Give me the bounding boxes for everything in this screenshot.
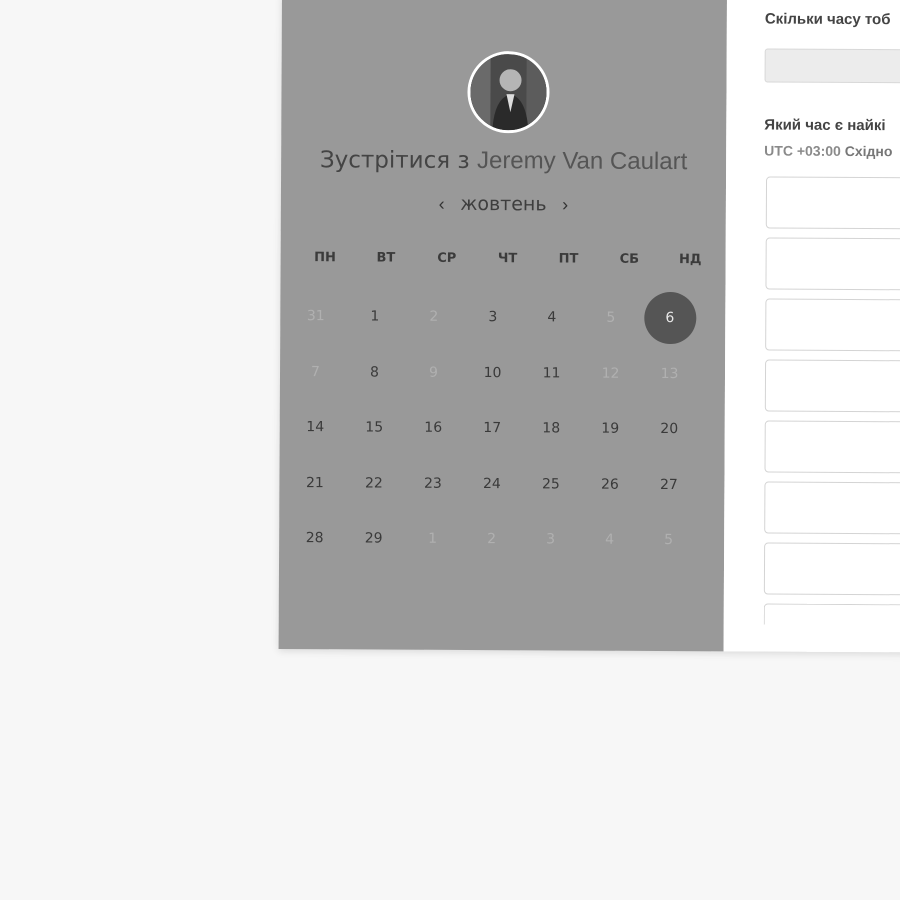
calendar-day[interactable]: 11 [522, 347, 581, 399]
calendar-week: 28 29 1 2 3 4 5 [285, 512, 705, 570]
time-slot[interactable] [763, 542, 900, 597]
time-slot-list [763, 176, 900, 636]
calendar-day[interactable]: 14 [286, 401, 345, 453]
weekday-thu: ЧТ [497, 251, 518, 267]
meeting-title: Зустрітися з Jeremy Van Caulart [281, 146, 726, 176]
calendar-day[interactable]: 17 [463, 402, 522, 454]
weekday-header: ПН ВТ СР ЧТ ПТ СБ НД [295, 250, 721, 267]
weekday-tue: ВТ [376, 250, 396, 266]
time-question: Який час є найкі [764, 116, 886, 135]
prev-month-icon[interactable]: ‹ [429, 194, 455, 215]
calendar-day[interactable]: 19 [581, 403, 640, 455]
calendar-day[interactable]: 26 [580, 458, 639, 510]
calendar-day: 9 [429, 364, 439, 381]
month-navigation: ‹ жовтень › [281, 192, 726, 217]
time-slot[interactable] [763, 603, 900, 627]
calendar-day: 4 [605, 531, 615, 548]
calendar-day[interactable]: 25 [521, 458, 580, 510]
time-slot[interactable] [764, 420, 900, 475]
weekday-fri: ПТ [558, 251, 579, 267]
time-slot[interactable] [764, 359, 900, 414]
calendar-panel: Зустрітися з Jeremy Van Caulart ‹ жовтен… [278, 0, 727, 652]
calendar-day: 13 [660, 365, 679, 382]
calendar-day-selected[interactable]: 6 [643, 291, 696, 345]
calendar-day[interactable]: 22 [344, 457, 403, 509]
weekday-wed: СР [437, 250, 457, 266]
calendar-day: 31 [306, 308, 325, 325]
weekday-sat: СБ [619, 251, 640, 267]
calendar-day[interactable]: 3 [463, 291, 522, 343]
calendar-grid: 31 1 2 3 4 5 6 7 8 9 10 11 12 13 14 15 16 17 18 19 20 21 22 23 2… [285, 290, 706, 570]
calendar-day[interactable]: 20 [640, 403, 699, 455]
calendar-day: 7 [311, 363, 321, 380]
calendar-week: 7 8 9 10 11 12 13 [286, 346, 706, 404]
calendar-day[interactable]: 4 [522, 291, 581, 343]
month-label: жовтень [460, 192, 547, 216]
weekday-sun: НД [678, 252, 702, 268]
calendar-day: 1 [428, 530, 438, 547]
booking-form: Скільки часу тоб Який час є найкі UTC +0… [723, 0, 900, 653]
calendar-day[interactable]: 8 [345, 346, 404, 398]
duration-select[interactable] [764, 48, 900, 85]
weekday-mon: ПН [314, 250, 336, 266]
calendar-day[interactable]: 24 [462, 457, 521, 509]
calendar-day[interactable]: 1 [345, 290, 404, 342]
time-slot[interactable] [764, 481, 900, 536]
calendar-day[interactable]: 15 [345, 401, 404, 453]
time-slot[interactable] [765, 298, 900, 353]
calendar-day: 12 [601, 365, 620, 382]
calendar-day[interactable]: 10 [463, 346, 522, 398]
calendar-day[interactable]: 18 [522, 402, 581, 454]
calendar-day: 5 [664, 532, 674, 549]
duration-question: Скільки часу тоб [764, 10, 891, 29]
calendar-day: 2 [487, 531, 497, 548]
calendar-day[interactable]: 29 [344, 512, 403, 564]
host-name: Jeremy Van Caulart [476, 147, 688, 176]
calendar-day: 3 [546, 531, 556, 548]
calendar-day[interactable]: 27 [639, 458, 698, 510]
host-avatar [467, 50, 550, 134]
calendar-week: 14 15 16 17 18 19 20 [286, 401, 706, 459]
calendar-week: 31 1 2 3 4 5 6 [286, 290, 706, 348]
timezone-label[interactable]: UTC +03:00 Східно [764, 143, 892, 160]
calendar-day: 5 [606, 309, 616, 326]
calendar-week: 21 22 23 24 25 26 27 [285, 457, 705, 515]
time-slot[interactable] [765, 237, 900, 292]
scheduler-card: Зустрітися з Jeremy Van Caulart ‹ жовтен… [278, 0, 900, 653]
timezone-name: Східно [844, 142, 893, 160]
title-prefix: Зустрітися з [319, 147, 470, 174]
calendar-day: 2 [429, 308, 439, 325]
time-slot[interactable] [765, 176, 900, 231]
calendar-day[interactable]: 28 [285, 512, 344, 564]
next-month-icon[interactable]: › [552, 194, 578, 215]
timezone-offset: UTC +03:00 [764, 142, 841, 159]
calendar-day[interactable]: 23 [403, 457, 462, 509]
calendar-day[interactable]: 21 [285, 457, 344, 509]
calendar-day[interactable]: 16 [404, 402, 463, 454]
